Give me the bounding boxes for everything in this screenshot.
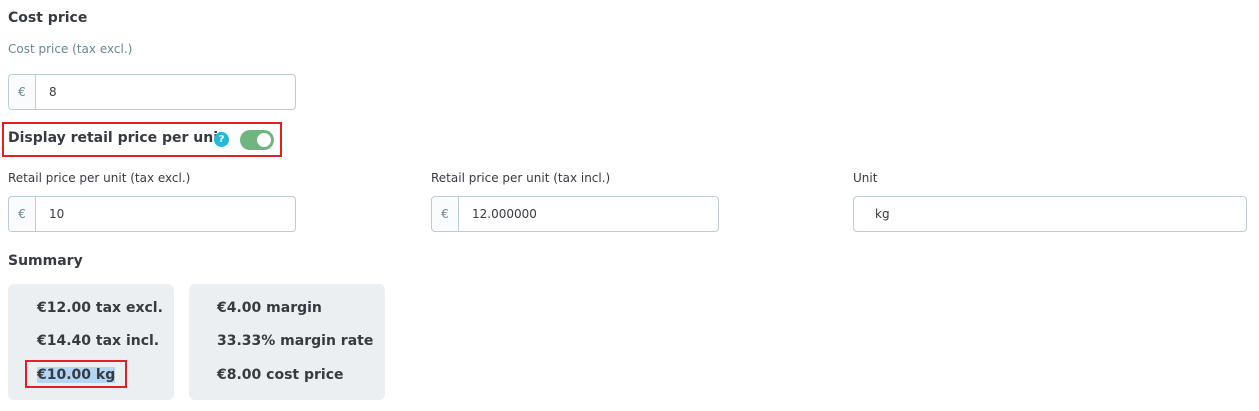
unit-input[interactable] — [854, 207, 1246, 221]
currency-prefix: € — [432, 197, 459, 231]
currency-prefix: € — [9, 75, 36, 109]
summary-margin-rate: 33.33% margin rate — [217, 333, 374, 349]
unit-label: Unit — [853, 171, 878, 185]
summary-card-margin: €4.00 margin 33.33% margin rate €8.00 co… — [189, 284, 385, 400]
currency-prefix: € — [9, 197, 36, 231]
retail-tax-incl-label: Retail price per unit (tax incl.) — [431, 171, 611, 185]
summary-margin: €4.00 margin — [217, 300, 322, 316]
summary-tax-incl: €14.40 tax incl. — [37, 333, 160, 349]
summary-tax-excl: €12.00 tax excl. — [37, 300, 163, 316]
summary-heading: Summary — [8, 253, 83, 269]
unit-field — [853, 196, 1247, 232]
retail-tax-excl-field: € — [8, 196, 296, 232]
retail-tax-excl-input[interactable] — [36, 197, 295, 231]
summary-cost-price: €8.00 cost price — [217, 367, 344, 383]
retail-tax-excl-label: Retail price per unit (tax excl.) — [8, 171, 191, 185]
unit-price-highlight — [25, 360, 127, 388]
retail-tax-incl-field: € — [431, 196, 719, 232]
help-icon[interactable]: ? — [214, 132, 229, 147]
retail-unit-toggle-label: Display retail price per unit — [8, 130, 225, 146]
retail-tax-incl-input[interactable] — [459, 197, 718, 231]
toggle-knob — [257, 133, 271, 147]
cost-price-field: € — [8, 74, 296, 110]
cost-price-input[interactable] — [36, 75, 295, 109]
cost-price-heading: Cost price — [8, 10, 88, 26]
retail-unit-toggle-switch[interactable] — [240, 130, 274, 150]
cost-price-label: Cost price (tax excl.) — [8, 42, 133, 56]
